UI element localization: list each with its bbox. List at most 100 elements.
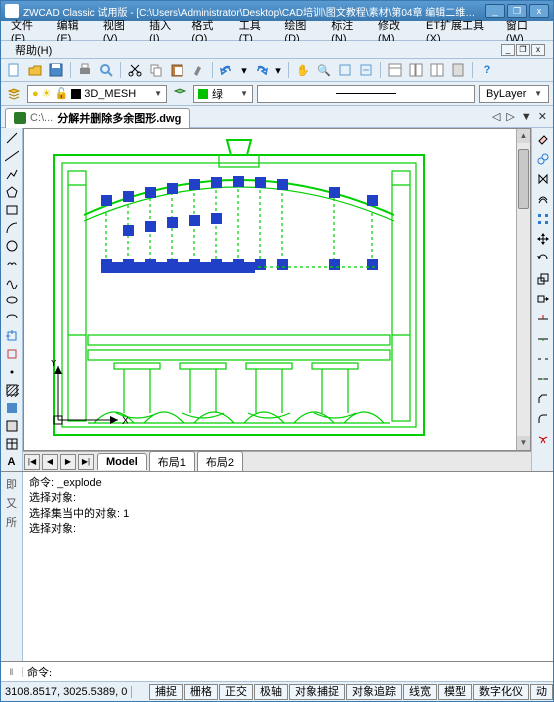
tab-prev-button[interactable]: ◁ (490, 110, 502, 123)
gradient-tool[interactable] (3, 400, 21, 416)
new-button[interactable] (5, 61, 23, 79)
zoom-button[interactable]: 🔍 (315, 61, 333, 79)
command-input[interactable] (56, 664, 553, 679)
linetype-sample[interactable] (257, 85, 475, 103)
doc-tab[interactable]: C:\... 分解并删除多余图形.dwg (5, 108, 190, 128)
tab-next-button[interactable]: ▶ (60, 454, 76, 470)
tab-first-button[interactable]: |◀ (24, 454, 40, 470)
command-handle[interactable]: 即又所 (1, 472, 23, 661)
xline-tool[interactable] (3, 148, 21, 164)
status-otrack[interactable]: 对象追踪 (346, 684, 402, 700)
lineweight-dropdown[interactable]: ByLayer ▼ (479, 85, 549, 103)
zoom-window-button[interactable] (336, 61, 354, 79)
tab-last-button[interactable]: ▶| (78, 454, 94, 470)
ellipse-arc-tool[interactable] (3, 310, 21, 326)
doc-close-button[interactable]: x (531, 44, 545, 56)
pline-tool[interactable] (3, 166, 21, 182)
extend-tool[interactable] (534, 330, 552, 348)
erase-tool[interactable] (534, 130, 552, 148)
match-button[interactable] (189, 61, 207, 79)
region-tool[interactable] (3, 418, 21, 434)
tab-layout1[interactable]: 布局1 (149, 451, 195, 472)
array-tool[interactable] (534, 210, 552, 228)
command-history[interactable]: 命令: _explode 选择对象: 选择集当中的对象: 1 选择对象: (23, 472, 553, 661)
stretch-tool[interactable] (534, 290, 552, 308)
break-tool[interactable] (534, 350, 552, 368)
paste-button[interactable] (168, 61, 186, 79)
block-tool[interactable] (3, 346, 21, 362)
fillet-tool[interactable] (534, 410, 552, 428)
mirror-tool[interactable] (534, 170, 552, 188)
tab-layout2[interactable]: 布局2 (197, 451, 243, 472)
print-button[interactable] (76, 61, 94, 79)
status-polar[interactable]: 极轴 (254, 684, 288, 700)
status-grid[interactable]: 栅格 (184, 684, 218, 700)
status-ortho[interactable]: 正交 (219, 684, 253, 700)
command-handle-btn[interactable]: ‖ (1, 667, 23, 677)
save-button[interactable] (47, 61, 65, 79)
rotate-tool[interactable] (534, 250, 552, 268)
explode-tool[interactable] (534, 430, 552, 448)
hatch-tool[interactable] (3, 382, 21, 398)
status-lwt[interactable]: 线宽 (403, 684, 437, 700)
undo-button[interactable] (218, 61, 236, 79)
cut-button[interactable] (126, 61, 144, 79)
trim-tool[interactable] (534, 310, 552, 328)
circle-tool[interactable] (3, 238, 21, 254)
doc-restore-button[interactable]: ❐ (516, 44, 530, 56)
status-dyn[interactable]: 动 (530, 684, 553, 700)
props-button[interactable] (386, 61, 404, 79)
scroll-up-button[interactable]: ▲ (517, 129, 530, 143)
offset-tool[interactable] (534, 190, 552, 208)
revcloud-tool[interactable] (3, 256, 21, 272)
layer-prev-button[interactable] (171, 85, 189, 103)
rect-tool[interactable] (3, 202, 21, 218)
scroll-down-button[interactable]: ▼ (517, 436, 530, 450)
text-tool[interactable]: A (3, 454, 21, 469)
layer-dropdown[interactable]: ● ☀ 🔓 3D_MESH ▼ (27, 85, 167, 103)
tab-dropdown-button[interactable]: ▼ (519, 111, 534, 123)
status-snap[interactable]: 捕捉 (149, 684, 183, 700)
tab-close-button[interactable]: ✕ (536, 110, 549, 123)
tab-next-button[interactable]: ▷ (504, 110, 516, 123)
tab-model[interactable]: Model (97, 453, 147, 470)
open-button[interactable] (26, 61, 44, 79)
join-tool[interactable] (534, 370, 552, 388)
color-dropdown[interactable]: 绿 ▼ (193, 85, 253, 103)
menubar-row2: 帮助(H) _ ❐ x (1, 41, 553, 59)
scroll-thumb[interactable] (518, 149, 529, 209)
palette-button[interactable] (428, 61, 446, 79)
dcenter-button[interactable] (407, 61, 425, 79)
status-digitizer[interactable]: 数字化仪 (473, 684, 529, 700)
canvas[interactable]: XY ▲ ▼ (23, 128, 531, 451)
insert-tool[interactable] (3, 328, 21, 344)
point-tool[interactable] (3, 364, 21, 380)
preview-button[interactable] (97, 61, 115, 79)
chamfer-tool[interactable] (534, 390, 552, 408)
vertical-scrollbar[interactable]: ▲ ▼ (516, 129, 530, 450)
arc-tool[interactable] (3, 220, 21, 236)
menu-help[interactable]: 帮助(H) (9, 40, 58, 60)
line-tool[interactable] (3, 130, 21, 146)
status-osnap[interactable]: 对象捕捉 (289, 684, 345, 700)
scale-tool[interactable] (534, 270, 552, 288)
help-button[interactable]: ? (478, 61, 496, 79)
redo-dropdown[interactable]: ▾ (273, 61, 283, 79)
copy-tool[interactable] (534, 150, 552, 168)
table-tool[interactable] (3, 436, 21, 452)
copy-button[interactable] (147, 61, 165, 79)
redo-button[interactable] (252, 61, 270, 79)
calc-button[interactable] (449, 61, 467, 79)
coords-readout[interactable]: 3108.8517, 3025.5389, 0 (1, 686, 132, 698)
spline-tool[interactable] (3, 274, 21, 290)
pan-button[interactable]: ✋ (294, 61, 312, 79)
move-tool[interactable] (534, 230, 552, 248)
zoom-prev-button[interactable] (357, 61, 375, 79)
polygon-tool[interactable] (3, 184, 21, 200)
layer-mgr-button[interactable] (5, 85, 23, 103)
doc-minimize-button[interactable]: _ (501, 44, 515, 56)
undo-dropdown[interactable]: ▾ (239, 61, 249, 79)
ellipse-tool[interactable] (3, 292, 21, 308)
status-model[interactable]: 模型 (438, 684, 472, 700)
tab-prev-button[interactable]: ◀ (42, 454, 58, 470)
